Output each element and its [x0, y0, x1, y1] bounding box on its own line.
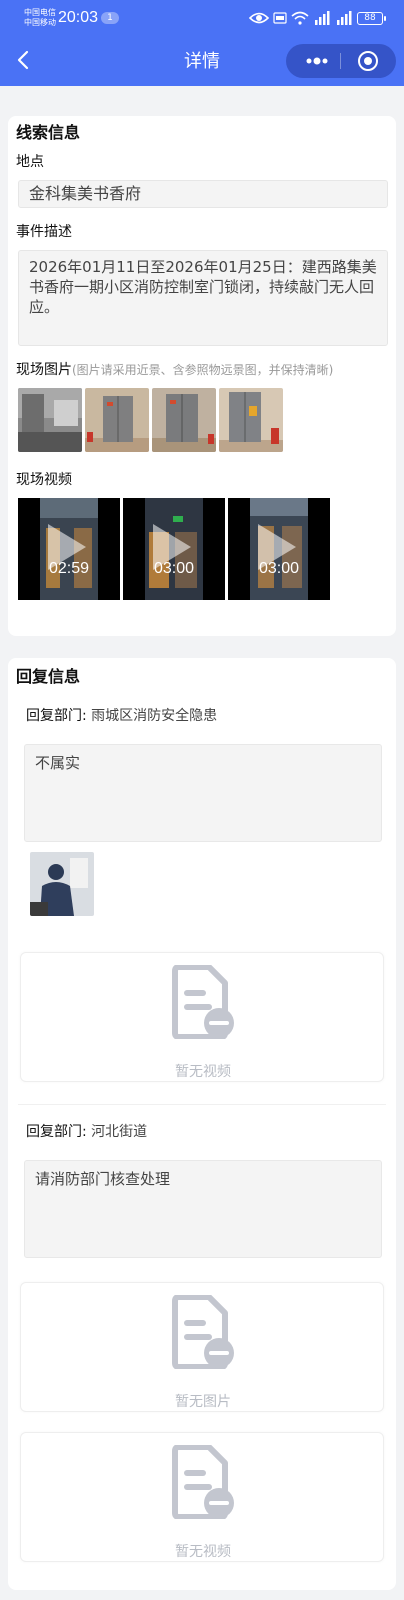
scene-video-2[interactable]: 03:00 [123, 498, 225, 600]
app-header: 中国电信 中国移动 20:03 1 88 详情 [0, 0, 404, 86]
document-empty-icon [172, 1445, 234, 1519]
scene-photo-1[interactable] [18, 388, 82, 452]
reply-content-1: 不属实 [24, 744, 382, 842]
description-label: 事件描述 [16, 224, 72, 240]
document-empty-icon [172, 965, 234, 1039]
reply-dept-value: 河北街道 [91, 1124, 148, 1140]
reply-photo-1[interactable] [30, 852, 94, 916]
status-icons: 88 [249, 10, 386, 26]
reply-info-card: 回复信息 回复部门: 雨城区消防安全隐患 不属实 暂无视频 回复部门: 河北街道… [8, 658, 396, 1590]
reply-2-video-empty: 暂无视频 [20, 1432, 384, 1562]
close-target-icon[interactable] [350, 49, 386, 73]
clock: 20:03 [58, 9, 99, 26]
reply-dept-label: 回复部门: [26, 1124, 87, 1140]
signal-icon-2 [337, 11, 352, 25]
reply-2-image-empty: 暂无图片 [20, 1282, 384, 1412]
carrier-2: 中国移动 [24, 18, 56, 27]
empty-video-text: 暂无视频 [175, 1064, 231, 1080]
reply-dept-value: 雨城区消防安全隐患 [91, 708, 218, 724]
scene-photo-4[interactable] [219, 388, 283, 452]
reply-dept-1: 回复部门: 雨城区消防安全隐患 [26, 706, 217, 726]
wifi-icon [291, 11, 309, 25]
miniprogram-capsule [286, 44, 396, 78]
location-field: 金科集美书香府 [18, 180, 388, 208]
scene-video-1[interactable]: 02:59 [18, 498, 120, 600]
carrier-1: 中国电信 [24, 8, 56, 17]
hd-icon [273, 12, 287, 24]
reply-1-video-empty: 暂无视频 [20, 952, 384, 1082]
clue-info-card: 线索信息 地点 金科集美书香府 事件描述 2026年01月11日至2026年01… [8, 116, 396, 636]
photos-hint: (图片请采用近景、含参照物远景图，并保持清晰) [72, 363, 334, 377]
photos-label: 现场图片(图片请采用近景、含参照物远景图，并保持清晰) [16, 360, 333, 380]
battery-icon: 88 [357, 11, 386, 25]
reply-content-2: 请消防部门核查处理 [24, 1160, 382, 1258]
scene-photo-2[interactable] [85, 388, 149, 452]
empty-video-text: 暂无视频 [175, 1544, 231, 1560]
battery-level: 88 [357, 11, 383, 25]
signal-icon [315, 11, 330, 25]
reply-divider [18, 1104, 386, 1105]
empty-image-text: 暂无图片 [175, 1394, 231, 1410]
scene-photo-3[interactable] [152, 388, 216, 452]
photos-label-text: 现场图片 [16, 362, 72, 378]
carrier-info: 中国电信 中国移动 [24, 8, 56, 28]
videos-label: 现场视频 [16, 472, 72, 488]
reply-dept-label: 回复部门: [26, 708, 87, 724]
scene-video-3[interactable]: 03:00 [228, 498, 330, 600]
more-icon[interactable] [300, 50, 334, 72]
reply-section-title: 回复信息 [16, 667, 81, 686]
status-bar: 中国电信 中国移动 20:03 1 88 [0, 0, 404, 36]
video-duration: 03:00 [258, 560, 300, 577]
document-empty-icon [172, 1295, 234, 1369]
clue-section-title: 线索信息 [16, 123, 81, 142]
video-duration: 03:00 [153, 560, 195, 577]
eye-icon [249, 12, 269, 24]
reply-dept-2: 回复部门: 河北街道 [26, 1122, 147, 1142]
notification-badge: 1 [101, 12, 119, 24]
video-duration: 02:59 [48, 560, 90, 577]
description-field: 2026年01月11日至2026年01月25日：建西路集美书香府一期小区消防控制… [18, 250, 388, 346]
location-label: 地点 [16, 154, 44, 170]
